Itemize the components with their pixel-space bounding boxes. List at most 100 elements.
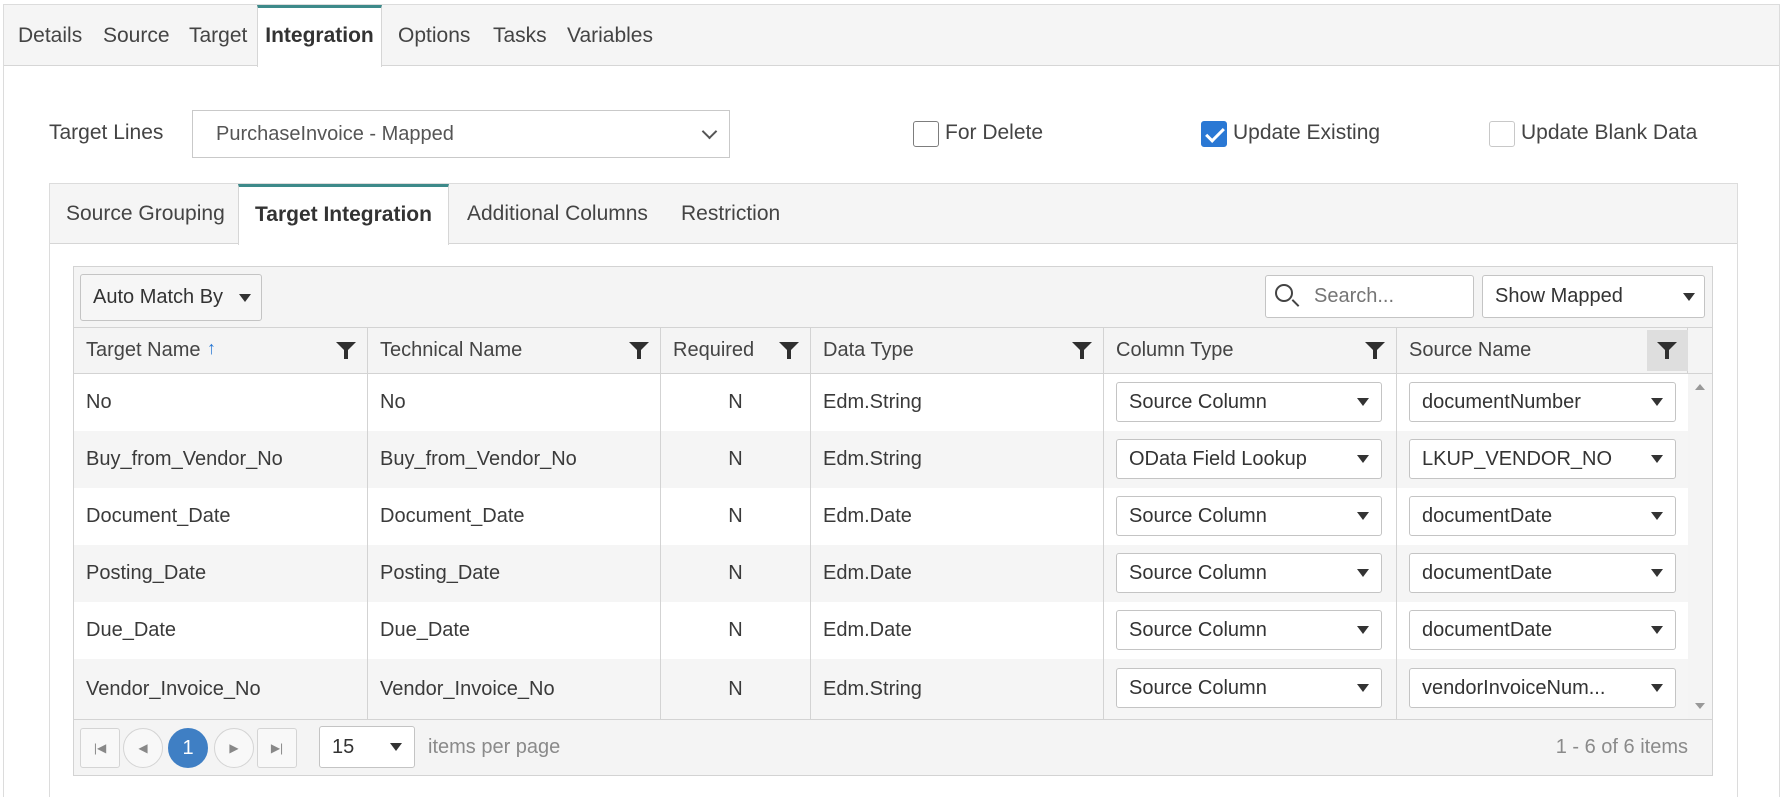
for-delete-checkbox[interactable] [913, 121, 939, 147]
page-size-value: 15 [332, 736, 355, 758]
search-box[interactable] [1265, 275, 1474, 318]
header-target-name[interactable]: Target Name ↑ [74, 328, 368, 373]
auto-match-by-label: Auto Match By [93, 286, 224, 308]
cell-source-name: documentNumber [1397, 374, 1688, 431]
source-name-value: documentNumber [1422, 391, 1581, 413]
cell-column-type: Source Column [1104, 545, 1397, 602]
header-data-type-label: Data Type [823, 339, 914, 361]
cell-source-name: vendorInvoiceNum... [1397, 659, 1688, 719]
tab-options[interactable]: Options [398, 5, 470, 66]
source-name-dropdown[interactable]: documentDate [1409, 610, 1676, 650]
header-source-name-label: Source Name [1409, 339, 1532, 361]
tab-details[interactable]: Details [18, 5, 82, 66]
table-row[interactable]: Vendor_Invoice_No Vendor_Invoice_No N Ed… [74, 659, 1688, 719]
first-page-button[interactable]: |◀ [80, 728, 120, 768]
header-column-type[interactable]: Column Type [1104, 328, 1397, 373]
column-type-value: OData Field Lookup [1129, 448, 1307, 470]
tab-source-grouping[interactable]: Source Grouping [66, 184, 225, 244]
tab-target-integration[interactable]: Target Integration [238, 184, 449, 245]
cell-technical-name: Document_Date [368, 488, 661, 545]
cell-required: N [661, 602, 811, 659]
funnel-icon[interactable] [779, 342, 799, 359]
tab-restriction[interactable]: Restriction [681, 184, 780, 244]
funnel-icon[interactable] [1365, 342, 1385, 359]
source-name-dropdown[interactable]: LKUP_VENDOR_NO [1409, 439, 1676, 479]
source-name-dropdown[interactable]: documentDate [1409, 553, 1676, 593]
auto-match-by-button[interactable]: Auto Match By [80, 274, 262, 321]
scroll-up-icon[interactable] [1695, 384, 1705, 390]
table-row[interactable]: Document_Date Document_Date N Edm.Date S… [74, 488, 1688, 545]
tab-variables[interactable]: Variables [567, 5, 653, 66]
cell-required: N [661, 659, 811, 719]
column-type-value: Source Column [1129, 505, 1267, 527]
target-lines-label: Target Lines [49, 121, 164, 144]
header-data-type[interactable]: Data Type [811, 328, 1104, 373]
cell-required: N [661, 545, 811, 602]
next-page-button[interactable]: ▶ [214, 728, 254, 768]
tab-target[interactable]: Target [189, 5, 247, 66]
cell-column-type: Source Column [1104, 374, 1397, 431]
funnel-icon[interactable] [629, 342, 649, 359]
page-1-button[interactable]: 1 [168, 728, 208, 768]
tab-integration[interactable]: Integration [257, 5, 382, 67]
source-name-dropdown[interactable]: documentDate [1409, 496, 1676, 536]
header-source-name[interactable]: Source Name [1397, 328, 1688, 373]
cell-data-type: Edm.String [811, 431, 1104, 488]
column-type-value: Source Column [1129, 677, 1267, 699]
target-lines-select[interactable]: PurchaseInvoice - Mapped [192, 110, 730, 158]
last-page-button[interactable]: ▶| [257, 728, 297, 768]
funnel-icon[interactable] [1657, 342, 1677, 359]
column-type-dropdown[interactable]: Source Column [1116, 382, 1382, 422]
grid-scrollbar[interactable] [1688, 374, 1712, 719]
cell-source-name: LKUP_VENDOR_NO [1397, 431, 1688, 488]
header-technical-name[interactable]: Technical Name [368, 328, 661, 373]
tab-source[interactable]: Source [103, 5, 170, 66]
next-page-icon: ▶ [229, 741, 239, 755]
column-type-dropdown[interactable]: Source Column [1116, 668, 1382, 708]
show-mapped-dropdown[interactable]: Show Mapped [1482, 275, 1705, 318]
cell-data-type: Edm.Date [811, 488, 1104, 545]
column-type-dropdown[interactable]: Source Column [1116, 496, 1382, 536]
header-required[interactable]: Required [661, 328, 811, 373]
caret-down-icon [1651, 512, 1663, 520]
update-existing-checkbox[interactable] [1201, 121, 1227, 147]
current-page: 1 [182, 737, 194, 759]
caret-down-icon [1651, 455, 1663, 463]
funnel-icon[interactable] [1072, 342, 1092, 359]
scroll-down-icon[interactable] [1695, 703, 1705, 709]
cell-technical-name: No [368, 374, 661, 431]
tab-tasks[interactable]: Tasks [493, 5, 547, 66]
update-blank-data-checkbox[interactable] [1489, 121, 1515, 147]
table-row[interactable]: Posting_Date Posting_Date N Edm.Date Sou… [74, 545, 1688, 602]
update-blank-data-label: Update Blank Data [1521, 121, 1698, 144]
caret-down-icon [1357, 512, 1369, 520]
column-type-dropdown[interactable]: Source Column [1116, 553, 1382, 593]
table-row[interactable]: Buy_from_Vendor_No Buy_from_Vendor_No N … [74, 431, 1688, 488]
source-name-value: LKUP_VENDOR_NO [1422, 448, 1613, 470]
column-type-value: Source Column [1129, 619, 1267, 641]
chevron-down-icon [701, 123, 718, 140]
cell-column-type: Source Column [1104, 602, 1397, 659]
page-size-select[interactable]: 15 [319, 726, 415, 768]
source-name-value: vendorInvoiceNum... [1422, 677, 1606, 699]
cell-target-name: No [74, 374, 368, 431]
source-name-dropdown[interactable]: vendorInvoiceNum... [1409, 668, 1676, 708]
caret-down-icon [1651, 398, 1663, 406]
table-row[interactable]: No No N Edm.String Source Column documen… [74, 374, 1688, 431]
grid-header: Target Name ↑ Technical Name Required Da… [74, 328, 1712, 374]
sort-up-icon: ↑ [207, 338, 216, 358]
column-type-dropdown[interactable]: OData Field Lookup [1116, 439, 1382, 479]
grid-toolbar: Auto Match By Show Mapped [74, 267, 1712, 328]
search-input[interactable] [1314, 281, 1464, 312]
cell-target-name: Vendor_Invoice_No [74, 659, 368, 719]
cell-column-type: Source Column [1104, 488, 1397, 545]
first-page-icon: |◀ [93, 741, 107, 755]
source-name-dropdown[interactable]: documentNumber [1409, 382, 1676, 422]
column-type-dropdown[interactable]: Source Column [1116, 610, 1382, 650]
table-row[interactable]: Due_Date Due_Date N Edm.Date Source Colu… [74, 602, 1688, 659]
show-mapped-value: Show Mapped [1495, 285, 1623, 307]
header-required-label: Required [673, 339, 755, 361]
prev-page-button[interactable]: ◀ [123, 728, 163, 768]
tab-additional-columns[interactable]: Additional Columns [467, 184, 648, 244]
funnel-icon[interactable] [336, 342, 356, 359]
